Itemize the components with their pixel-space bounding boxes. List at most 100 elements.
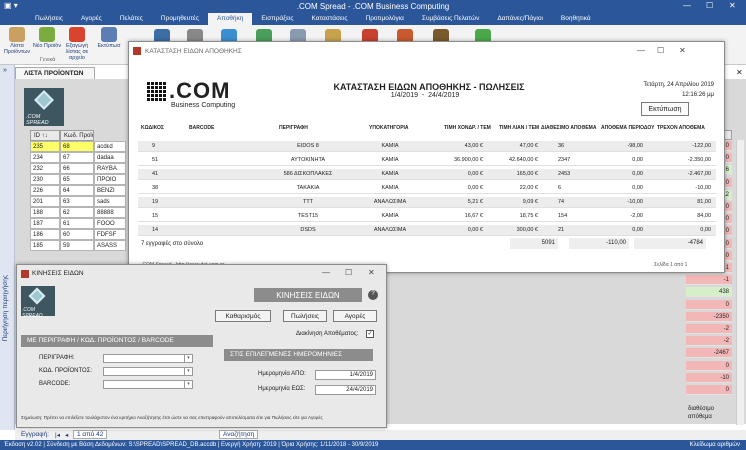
report-print-button[interactable]: Εκτύπωση bbox=[641, 102, 689, 116]
report-row: 41 586 ΔΙΣΚΟΠΛΑΚΕΣ ΚΑΜΙΑ 0,00 € 165,00 € 2453… bbox=[138, 169, 716, 180]
report-close-icon[interactable]: ✕ bbox=[679, 46, 686, 55]
table-cell[interactable]: ASASS bbox=[94, 240, 126, 251]
table-cell[interactable]: 226 bbox=[30, 185, 60, 196]
record-position[interactable]: 1 από 42 bbox=[73, 430, 108, 439]
help-icon[interactable]: ? bbox=[368, 290, 378, 300]
table-cell[interactable]: 65 bbox=[60, 174, 94, 185]
table-cell[interactable]: 62 bbox=[60, 207, 94, 218]
table-cell[interactable]: 186 bbox=[30, 229, 60, 240]
minimize-icon[interactable]: — bbox=[683, 1, 691, 10]
menu-contracts[interactable]: Συμβάσεις Πελατών bbox=[413, 13, 488, 25]
table-row[interactable]: 234 67 dadaa bbox=[30, 152, 126, 163]
table-row[interactable]: 185 59 ASASS bbox=[30, 240, 126, 251]
product-code-combo[interactable]: ▾ bbox=[103, 367, 193, 376]
table-cell[interactable]: FOOO bbox=[94, 218, 126, 229]
table-cell[interactable]: FDFSF bbox=[94, 229, 126, 240]
menu-receipts[interactable]: Εισπράξεις bbox=[252, 13, 302, 25]
table-row[interactable]: 187 61 FOOO bbox=[30, 218, 126, 229]
table-cell[interactable]: BENZΙ bbox=[94, 185, 126, 196]
product-list-button[interactable]: Λίστα Προϊόντων bbox=[0, 27, 34, 55]
table-cell[interactable]: acdεd bbox=[94, 141, 126, 152]
logo-dots-icon bbox=[147, 82, 166, 101]
movements-maximize-icon[interactable]: ☐ bbox=[345, 268, 352, 277]
table-cell[interactable]: 188 bbox=[30, 207, 60, 218]
record-search-input[interactable]: Αναζήτηση bbox=[219, 430, 259, 439]
table-cell[interactable]: 66 bbox=[60, 163, 94, 174]
menu-warehouse[interactable]: Αποθήκη bbox=[207, 13, 253, 25]
clear-button[interactable]: Καθαρισμός bbox=[215, 310, 271, 322]
print-button[interactable]: Εκτύπωσ bbox=[94, 27, 124, 49]
report-cell: ΚΑΜΙΑ bbox=[381, 171, 399, 177]
expand-nav-icon[interactable]: » bbox=[3, 67, 7, 74]
stock-movement-checkbox[interactable]: ✓ bbox=[366, 330, 374, 338]
menu-auxiliary[interactable]: Βοηθητικά bbox=[552, 13, 600, 25]
table-cell[interactable]: RAYBA bbox=[94, 163, 126, 174]
menu-customers[interactable]: Πελάτες bbox=[111, 13, 152, 25]
table-cell[interactable]: 235 bbox=[30, 141, 60, 152]
column-header-code[interactable]: Κωδ. Προϊόντος bbox=[60, 130, 94, 141]
form-close-icon[interactable]: ✕ bbox=[736, 68, 743, 77]
vertical-scrollbar[interactable] bbox=[736, 140, 744, 425]
menu-expenses[interactable]: Δαπάνες/Πάγιοι bbox=[488, 13, 552, 25]
table-row[interactable]: 232 66 RAYBA bbox=[30, 163, 126, 174]
menu-reports[interactable]: Καταστάσεις bbox=[303, 13, 357, 25]
export-list-button[interactable]: Εξαγωγή λίστας σε αρχείο bbox=[60, 27, 94, 61]
table-cell[interactable]: ΠΡΟΙΟ bbox=[94, 174, 126, 185]
table-cell[interactable]: 187 bbox=[30, 218, 60, 229]
description-combo[interactable]: ▾ bbox=[103, 354, 193, 363]
report-cell: -2.350,00 bbox=[687, 157, 711, 163]
sales-button[interactable]: Πωλήσεις bbox=[283, 310, 327, 322]
table-row[interactable]: 230 65 ΠΡΟΙΟ bbox=[30, 174, 126, 185]
stock-value: 0 bbox=[686, 385, 732, 395]
new-product-button[interactable]: Νέο Προϊόν bbox=[30, 27, 64, 49]
date-from-input[interactable]: 1/4/2019 bbox=[315, 370, 376, 380]
table-cell[interactable]: 63 bbox=[60, 196, 94, 207]
table-row[interactable]: 235 68 acdεd bbox=[30, 141, 126, 152]
menu-proforma[interactable]: Προτιμολόγια bbox=[357, 13, 413, 25]
table-cell[interactable]: 60 bbox=[60, 229, 94, 240]
report-maximize-icon[interactable]: ☐ bbox=[657, 46, 664, 55]
tab-product-list[interactable]: ΛΙΣΤΑ ΠΡΟΪΟΝΤΩΝ bbox=[15, 67, 95, 79]
status-text: Έκδοση v2.02 | Σύνδεση με Βάση Δεδομένων… bbox=[4, 442, 379, 448]
table-row[interactable]: 188 62 88888 bbox=[30, 207, 126, 218]
first-record-icon[interactable]: |◂ bbox=[55, 431, 60, 439]
report-cell: ΑΝΑΛΩΣΙΜΑ bbox=[373, 199, 407, 205]
table-cell[interactable]: 67 bbox=[60, 152, 94, 163]
table-cell[interactable]: dadaa bbox=[94, 152, 126, 163]
table-cell[interactable]: 232 bbox=[30, 163, 60, 174]
date-to-input[interactable]: 24/4/2019 bbox=[315, 385, 376, 395]
report-minimize-icon[interactable]: — bbox=[637, 46, 645, 55]
table-cell[interactable]: 64 bbox=[60, 185, 94, 196]
chevron-down-icon[interactable]: ▾ bbox=[184, 355, 192, 362]
printer-icon bbox=[101, 27, 117, 42]
prev-record-icon[interactable]: ◂ bbox=[65, 431, 68, 439]
report-cell: 0,00 € bbox=[467, 171, 483, 177]
movements-logo: .COM SPREAD bbox=[21, 286, 55, 319]
table-cell[interactable]: 68 bbox=[60, 141, 94, 152]
movements-minimize-icon[interactable]: — bbox=[322, 268, 330, 277]
maximize-icon[interactable]: ☐ bbox=[706, 1, 713, 10]
navigation-pane[interactable]: » Περιήγηση περιηγήσης bbox=[0, 65, 15, 430]
table-cell[interactable]: 230 bbox=[30, 174, 60, 185]
chevron-down-icon[interactable]: ▾ bbox=[184, 368, 192, 375]
barcode-combo[interactable]: ▾ bbox=[103, 380, 193, 389]
table-cell[interactable]: sads bbox=[94, 196, 126, 207]
close-icon[interactable]: ✕ bbox=[729, 1, 736, 10]
column-header-id[interactable]: ID ↑↓ bbox=[30, 130, 60, 141]
table-row[interactable]: 201 63 sads bbox=[30, 196, 126, 207]
table-cell[interactable]: 201 bbox=[30, 196, 60, 207]
movements-close-icon[interactable]: ✕ bbox=[368, 268, 375, 277]
table-cell[interactable]: 59 bbox=[60, 240, 94, 251]
menu-suppliers[interactable]: Προμηθευτές bbox=[152, 13, 208, 25]
table-cell[interactable]: 61 bbox=[60, 218, 94, 229]
table-cell[interactable]: 234 bbox=[30, 152, 60, 163]
table-row[interactable]: 186 60 FDFSF bbox=[30, 229, 126, 240]
table-cell[interactable]: 88888 bbox=[94, 207, 126, 218]
report-cell: -2,00 bbox=[630, 213, 643, 219]
purchases-button[interactable]: Αγορές bbox=[333, 310, 377, 322]
menu-purchases[interactable]: Αγορές bbox=[72, 13, 111, 25]
menu-sales[interactable]: Πωλήσεις bbox=[26, 13, 72, 25]
table-cell[interactable]: 185 bbox=[30, 240, 60, 251]
table-row[interactable]: 226 64 BENZΙ bbox=[30, 185, 126, 196]
chevron-down-icon[interactable]: ▾ bbox=[184, 381, 192, 388]
